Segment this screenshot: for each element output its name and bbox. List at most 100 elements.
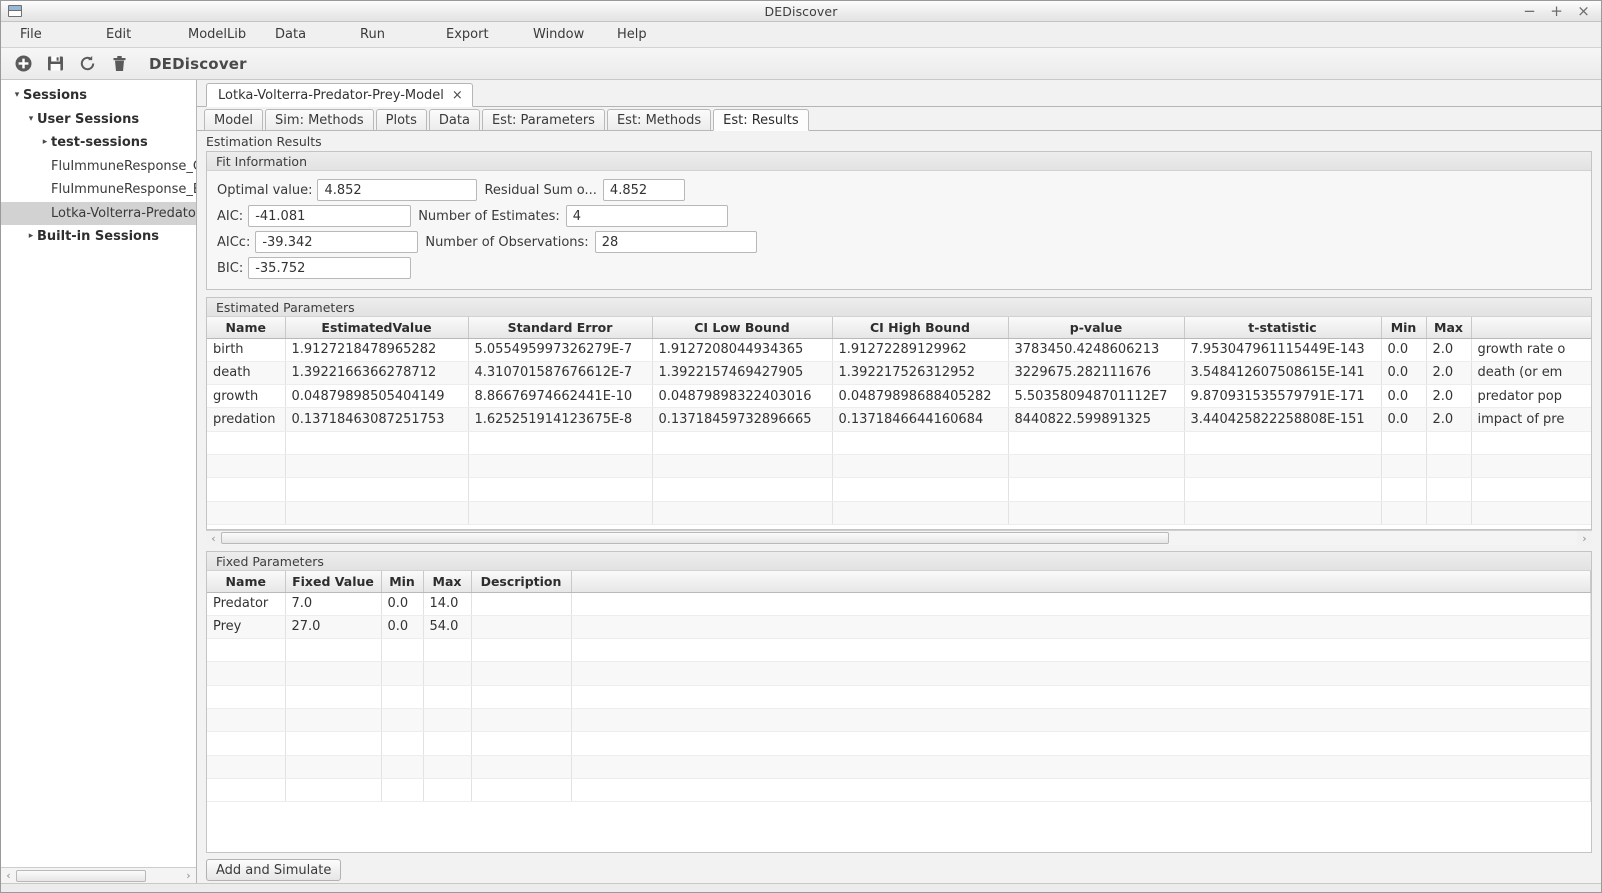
scrollbar-thumb[interactable] xyxy=(221,532,1169,544)
residual-sum-field[interactable]: 4.852 xyxy=(602,179,685,201)
fit-information-body: Optimal value: 4.852 Residual Sum o... 4… xyxy=(207,171,1591,289)
col-filler[interactable] xyxy=(571,571,1591,593)
tree-item-lotka-volterra-predator[interactable]: Lotka-Volterra-Predator xyxy=(1,201,196,225)
table-row-empty[interactable] xyxy=(207,661,1591,686)
sidebar-horizontal-scrollbar[interactable]: ‹ › xyxy=(1,867,196,883)
add-and-simulate-button[interactable]: Add and Simulate xyxy=(206,859,342,881)
aicc-field[interactable]: -39.342 xyxy=(255,231,419,253)
col-t-statistic[interactable]: t-statistic xyxy=(1184,317,1382,339)
cell-t-statistic: 3.548412607508615E-141 xyxy=(1184,361,1382,386)
tree-item-built-in-sessions[interactable]: ▸ Built-in Sessions xyxy=(1,225,196,249)
col-p-value[interactable]: p-value xyxy=(1008,317,1185,339)
scroll-left-icon[interactable]: ‹ xyxy=(206,533,221,544)
col-estimatedvalue[interactable]: EstimatedValue xyxy=(285,317,469,339)
scroll-left-icon[interactable]: ‹ xyxy=(1,870,16,881)
close-icon[interactable]: × xyxy=(452,88,463,103)
col-fixed-value[interactable]: Fixed Value xyxy=(285,571,382,593)
table-row[interactable]: birth 1.9127218478965282 5.0554959973262… xyxy=(207,338,1591,362)
refresh-icon[interactable] xyxy=(78,54,97,73)
cell-p-value: 3783450.4248606213 xyxy=(1008,338,1185,362)
tab-sim-methods[interactable]: Sim: Methods xyxy=(265,109,374,131)
col-max[interactable]: Max xyxy=(1426,317,1472,339)
table-row-empty[interactable] xyxy=(207,685,1591,709)
cell-description: impact of pre xyxy=(1471,407,1591,432)
col-min[interactable]: Min xyxy=(1381,317,1427,339)
bic-label: BIC: xyxy=(217,260,244,276)
scroll-right-icon[interactable]: › xyxy=(181,870,196,881)
col-max[interactable]: Max xyxy=(423,571,472,593)
tab-est-results[interactable]: Est: Results xyxy=(713,109,809,131)
chevron-down-icon[interactable]: ▾ xyxy=(25,114,37,124)
table-row-empty[interactable] xyxy=(207,638,1591,663)
estimated-parameters-horizontal-scrollbar[interactable]: ‹ › xyxy=(206,530,1592,545)
table-row[interactable]: growth 0.04879898505404149 8.86676974662… xyxy=(207,384,1591,409)
col-name[interactable]: Name xyxy=(207,571,286,593)
col-name[interactable]: Name xyxy=(207,317,286,339)
table-row-empty[interactable] xyxy=(207,778,1591,803)
table-row[interactable]: death 1.3922166366278712 4.3107015876766… xyxy=(207,361,1591,386)
delete-icon[interactable] xyxy=(110,54,129,73)
table-row-empty[interactable] xyxy=(207,431,1591,455)
document-tab-lotka-volterra[interactable]: Lotka-Volterra-Predator-Prey-Model × xyxy=(206,83,473,107)
minimize-button[interactable]: − xyxy=(1523,3,1536,19)
tree-item-user-sessions[interactable]: ▾ User Sessions xyxy=(1,108,196,132)
save-icon[interactable] xyxy=(46,54,65,73)
sessions-sidebar: ▾ Sessions ▾ User Sessions ▸ test-sessio… xyxy=(1,80,197,883)
menu-file[interactable]: File xyxy=(20,27,42,42)
scrollbar-track[interactable] xyxy=(16,868,181,883)
table-row-empty[interactable] xyxy=(207,731,1591,756)
col-min[interactable]: Min xyxy=(381,571,424,593)
menu-run[interactable]: Run xyxy=(360,27,385,42)
new-icon[interactable] xyxy=(14,54,33,73)
tree-item-fluimmuneresponse-c[interactable]: FluImmuneResponse_C xyxy=(1,155,196,179)
tab-est-parameters[interactable]: Est: Parameters xyxy=(481,109,605,131)
table-row-empty[interactable] xyxy=(207,708,1591,733)
table-row-empty[interactable] xyxy=(207,501,1591,525)
title-bar: DEDiscover − + × xyxy=(1,1,1601,22)
table-row-empty[interactable] xyxy=(207,755,1591,779)
col-description[interactable]: Description xyxy=(471,571,572,593)
aic-field[interactable]: -41.081 xyxy=(248,205,412,227)
tree-item-fluimmuneresponse-e[interactable]: FluImmuneResponse_E xyxy=(1,178,196,202)
number-of-observations-field[interactable]: 28 xyxy=(594,231,757,253)
document-tab-bar: Lotka-Volterra-Predator-Prey-Model × xyxy=(197,80,1601,107)
menu-modellib[interactable]: ModelLib xyxy=(188,27,246,42)
cell-estimatedvalue: 0.13718463087251753 xyxy=(285,407,469,432)
scrollbar-track[interactable] xyxy=(221,531,1577,545)
tree-item-sessions[interactable]: ▾ Sessions xyxy=(1,84,196,108)
chevron-right-icon[interactable]: ▸ xyxy=(39,138,51,147)
estimated-parameters-group: Estimated Parameters xyxy=(206,297,1592,317)
cell-description xyxy=(471,615,572,640)
cell-max: 14.0 xyxy=(423,592,472,616)
table-row-empty[interactable] xyxy=(207,454,1591,479)
maximize-button[interactable]: + xyxy=(1550,3,1563,19)
cell-filler xyxy=(571,592,1591,616)
menu-window[interactable]: Window xyxy=(533,27,584,42)
menu-edit[interactable]: Edit xyxy=(106,27,131,42)
table-row[interactable]: Predator 7.0 0.0 14.0 xyxy=(207,592,1591,616)
table-row[interactable]: Prey 27.0 0.0 54.0 xyxy=(207,615,1591,640)
table-row[interactable]: predation 0.13718463087251753 1.62525191… xyxy=(207,407,1591,432)
chevron-down-icon[interactable]: ▾ xyxy=(11,91,23,100)
bic-field[interactable]: -35.752 xyxy=(248,257,412,279)
table-row-empty[interactable] xyxy=(207,477,1591,502)
cell-estimatedvalue: 0.04879898505404149 xyxy=(285,384,469,409)
close-button[interactable]: × xyxy=(1577,3,1590,19)
tree-item-test-sessions[interactable]: ▸ test-sessions xyxy=(1,131,196,155)
chevron-right-icon[interactable]: ▸ xyxy=(25,232,37,241)
scrollbar-thumb[interactable] xyxy=(16,869,146,882)
col-ci-high-bound[interactable]: CI High Bound xyxy=(832,317,1009,339)
col-ci-low-bound[interactable]: CI Low Bound xyxy=(652,317,833,339)
menu-data[interactable]: Data xyxy=(275,27,306,42)
tab-model[interactable]: Model xyxy=(204,109,264,131)
tab-est-methods[interactable]: Est: Methods xyxy=(606,109,712,131)
number-of-estimates-field[interactable]: 4 xyxy=(565,205,728,227)
col-standard-error[interactable]: Standard Error xyxy=(468,317,653,339)
optimal-value-field[interactable]: 4.852 xyxy=(317,179,478,201)
tab-data[interactable]: Data xyxy=(428,109,480,131)
col-description[interactable] xyxy=(1471,317,1591,339)
scroll-right-icon[interactable]: › xyxy=(1577,533,1592,544)
tab-plots[interactable]: Plots xyxy=(375,109,427,131)
menu-export[interactable]: Export xyxy=(446,27,489,42)
menu-help[interactable]: Help xyxy=(617,27,647,42)
